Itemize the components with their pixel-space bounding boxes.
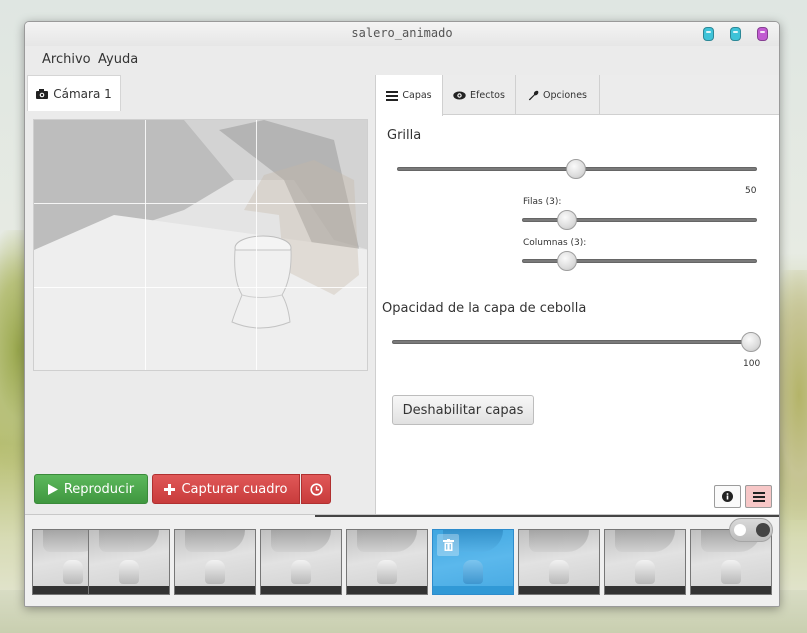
timeline-track [315, 515, 779, 517]
grid-line-vertical-2 [256, 120, 257, 370]
timer-button[interactable] [301, 474, 331, 504]
capture-button-label: Capturar cuadro [181, 481, 288, 497]
layers-panel: Capas Efectos Opciones Grilla 50 Filas (… [375, 75, 779, 514]
app-window: salero_animado Archivo Ayuda Cámara 1 Re… [24, 21, 780, 607]
play-icon [47, 483, 58, 495]
grid-line-vertical-1 [145, 120, 146, 370]
maximize-button[interactable] [730, 27, 741, 41]
rows-label: Filas (3): [523, 197, 562, 207]
toggle-knob-on [734, 524, 746, 536]
onion-value: 100 [743, 359, 761, 369]
delete-frame-button[interactable] [437, 534, 459, 556]
plus-icon [164, 483, 176, 495]
disable-layers-button[interactable]: Deshabilitar capas [392, 395, 534, 425]
close-button[interactable] [757, 27, 768, 41]
frame-thumbnail[interactable] [604, 529, 686, 595]
onion-section-title: Opacidad de la capa de cebolla [382, 301, 587, 316]
info-icon [722, 491, 733, 502]
frame-timeline [25, 514, 779, 606]
tab-efectos[interactable]: Efectos [443, 75, 516, 115]
onion-slider-knob[interactable] [741, 332, 761, 352]
camera-icon [36, 88, 49, 99]
toggle-knob-off [756, 523, 770, 537]
camera-tab-label: Cámara 1 [53, 86, 112, 101]
capture-frame-button[interactable]: Capturar cuadro [152, 474, 300, 504]
trash-icon [442, 539, 454, 551]
columns-slider-knob[interactable] [557, 251, 577, 271]
onion-slider-track[interactable] [392, 340, 757, 344]
grid-slider-knob[interactable] [566, 159, 586, 179]
wrench-icon [528, 90, 539, 100]
grid-section-title: Grilla [387, 128, 422, 143]
tab-camera-1[interactable]: Cámara 1 [27, 75, 121, 111]
frame-thumbnail[interactable] [346, 529, 428, 595]
preview-scene [34, 120, 367, 370]
rows-slider-knob[interactable] [557, 210, 577, 230]
menu-archivo[interactable]: Archivo [42, 52, 91, 67]
grid-value: 50 [745, 186, 757, 196]
title-bar: salero_animado [25, 22, 779, 46]
list-icon [386, 90, 399, 101]
menu-bar: Archivo Ayuda [25, 46, 779, 74]
tab-opciones-label: Opciones [543, 89, 587, 101]
tab-efectos-label: Efectos [470, 89, 505, 101]
frame-thumbnail[interactable] [88, 529, 170, 595]
clock-icon [309, 482, 323, 496]
tab-capas[interactable]: Capas [376, 75, 443, 116]
timeline-track-empty [25, 515, 315, 517]
frame-thumbnail-selected[interactable] [432, 529, 514, 595]
frame-thumbnail[interactable] [174, 529, 256, 595]
tab-opciones[interactable]: Opciones [516, 75, 600, 115]
grid-line-horizontal-2 [34, 287, 367, 288]
layers-icon [752, 491, 765, 502]
columns-label: Columnas (3): [523, 238, 587, 248]
timeline-toggle-switch[interactable] [729, 518, 773, 542]
camera-preview [33, 119, 368, 371]
layers-toggle-button[interactable] [745, 485, 772, 508]
play-button[interactable]: Reproducir [34, 474, 148, 504]
frame-thumbnail[interactable] [260, 529, 342, 595]
play-button-label: Reproducir [63, 481, 135, 497]
panel-tabs: Capas Efectos Opciones [376, 75, 779, 116]
grid-line-horizontal-1 [34, 203, 367, 204]
minimize-button[interactable] [703, 27, 714, 41]
info-button[interactable] [714, 485, 741, 508]
window-title: salero_animado [351, 26, 453, 40]
frame-thumbnail[interactable] [518, 529, 600, 595]
eye-icon [453, 91, 466, 99]
tab-capas-label: Capas [402, 90, 432, 101]
menu-ayuda[interactable]: Ayuda [98, 52, 138, 67]
